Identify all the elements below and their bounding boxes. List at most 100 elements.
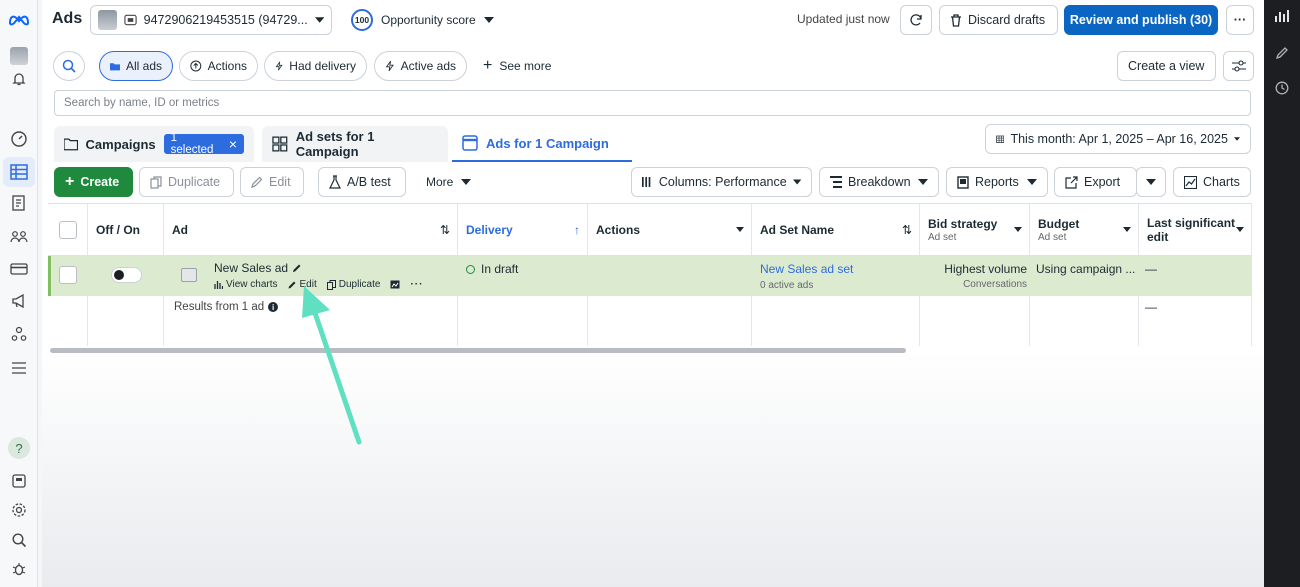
export-label: Export — [1084, 175, 1121, 189]
see-more-filters[interactable]: + See more — [483, 58, 552, 74]
filter-all-ads-label: All ads — [125, 59, 162, 73]
annotation-arrow-icon — [302, 286, 362, 445]
sort-icon[interactable]: ⇅ — [902, 223, 912, 237]
filter-active-ads[interactable]: Active ads — [374, 51, 467, 81]
account-avatar-icon[interactable] — [8, 45, 30, 67]
tab-ad-sets[interactable]: Ad sets for 1 Campaign — [262, 126, 448, 162]
col-header-budget-label: Budget — [1038, 216, 1080, 231]
date-range-picker[interactable]: This month: Apr 1, 2025 – Apr 16, 2025 — [985, 124, 1251, 154]
row-more-icon[interactable]: ··· — [410, 279, 423, 290]
col-header-bid-strategy[interactable]: Bid strategy Ad set — [920, 204, 1030, 256]
campaigns-megaphone-icon[interactable] — [8, 290, 30, 312]
create-view-button[interactable]: Create a view — [1117, 51, 1216, 81]
account-thumbnail-icon — [98, 10, 117, 30]
col-header-actions[interactable]: Actions — [588, 204, 752, 256]
search-icon[interactable] — [8, 529, 30, 551]
filter-all-ads[interactable]: All ads — [99, 51, 173, 81]
accounts-center-icon[interactable] — [8, 323, 30, 345]
search-bar[interactable] — [54, 90, 1251, 116]
tab-ads[interactable]: Ads for 1 Campaign — [452, 126, 632, 162]
col-header-ad-label: Ad — [172, 222, 188, 237]
ab-test-button[interactable]: A/B test — [318, 167, 406, 197]
info-icon[interactable]: i — [268, 302, 279, 312]
ads-manager-table-icon[interactable] — [3, 157, 35, 187]
image-preview-icon[interactable] — [390, 280, 400, 289]
see-more-label: See more — [499, 59, 552, 73]
pages-icon[interactable] — [8, 192, 30, 214]
right-rail — [1264, 0, 1300, 587]
view-charts-label: View charts — [226, 279, 278, 290]
create-button[interactable]: + Create — [54, 167, 133, 197]
left-navigation: ? — [0, 0, 38, 587]
col-header-delivery[interactable]: Delivery ↑ — [458, 204, 588, 256]
col-header-ad-set-name[interactable]: Ad Set Name ⇅ — [752, 204, 920, 256]
ad-account-id: 9472906219453515 (94729... — [143, 13, 308, 27]
tab-campaigns[interactable]: Campaigns 1 selected × — [54, 126, 254, 162]
export-button[interactable]: Export — [1054, 167, 1137, 197]
business-tools-icon[interactable] — [8, 470, 30, 492]
clear-selection-icon[interactable]: × — [229, 136, 237, 152]
more-options-button[interactable]: ··· — [1226, 5, 1254, 35]
view-settings-button[interactable] — [1223, 51, 1254, 81]
discard-drafts-button[interactable]: Discard drafts — [939, 5, 1058, 35]
sort-icon[interactable]: ⇅ — [440, 223, 450, 237]
review-and-publish-button[interactable]: Review and publish (30) — [1064, 5, 1218, 35]
ad-account-selector[interactable]: 9472906219453515 (94729... — [90, 5, 332, 35]
ads-table: Off / On Ad ⇅ Delivery ↑ Actions Ad Set … — [48, 203, 1252, 346]
pencil-icon[interactable] — [1274, 44, 1290, 60]
ad-name-link[interactable]: New Sales ad — [214, 261, 288, 275]
menu-icon[interactable] — [8, 357, 30, 379]
meta-logo-icon[interactable] — [8, 8, 30, 30]
dashboard-icon[interactable] — [8, 128, 30, 150]
ad-set-name-link[interactable]: New Sales ad set — [760, 262, 853, 276]
breakdown-button[interactable]: Breakdown — [819, 167, 939, 197]
col-header-off-on[interactable]: Off / On — [88, 204, 164, 256]
view-charts-link[interactable]: View charts — [214, 279, 278, 290]
chevron-down-icon — [1233, 137, 1240, 141]
col-header-budget[interactable]: Budget Ad set — [1030, 204, 1139, 256]
opportunity-score-button[interactable]: 100 Opportunity score — [351, 8, 494, 32]
breakdown-label: Breakdown — [848, 175, 911, 189]
chevron-down-icon — [461, 179, 472, 185]
pencil-icon[interactable] — [292, 263, 302, 273]
audiences-icon[interactable] — [8, 225, 30, 247]
col-header-ad[interactable]: Ad ⇅ — [164, 204, 458, 256]
help-icon[interactable]: ? — [8, 437, 30, 459]
export-options-button[interactable] — [1136, 167, 1166, 197]
col-header-last-edit[interactable]: Last significant edit — [1139, 204, 1252, 256]
bar-chart-icon[interactable] — [1274, 8, 1290, 24]
search-input[interactable] — [64, 97, 1241, 109]
ad-set-name-cell[interactable]: New Sales ad set — [760, 262, 853, 276]
export-icon — [1065, 175, 1078, 189]
ad-name-cell[interactable]: New Sales ad — [214, 261, 302, 275]
sort-ascending-icon[interactable]: ↑ — [574, 223, 580, 237]
edit-button[interactable]: Edit — [240, 167, 304, 197]
filter-actions[interactable]: Actions — [179, 51, 258, 81]
row-select-checkbox-wrap — [59, 266, 77, 284]
refresh-button[interactable] — [900, 5, 932, 35]
select-all-checkbox[interactable] — [59, 220, 77, 239]
duplicate-button[interactable]: Duplicate — [139, 167, 234, 197]
filter-had-delivery[interactable]: Had delivery — [264, 51, 367, 81]
on-off-toggle[interactable] — [111, 267, 142, 283]
debug-icon[interactable] — [8, 558, 30, 580]
charts-button[interactable]: Charts — [1173, 167, 1251, 197]
history-clock-icon[interactable] — [1274, 80, 1290, 96]
ab-test-label: A/B test — [347, 175, 391, 189]
bar-chart-icon — [214, 281, 223, 289]
search-toggle-button[interactable] — [53, 51, 85, 81]
selected-count-badge[interactable]: 1 selected × — [163, 132, 244, 156]
columns-button[interactable]: Columns: Performance — [631, 167, 812, 197]
chevron-down-icon — [1014, 227, 1022, 232]
notifications-icon[interactable] — [8, 68, 30, 90]
settings-icon[interactable] — [8, 499, 30, 521]
col-header-delivery-label: Delivery — [466, 222, 513, 237]
more-actions-button[interactable]: More — [426, 175, 472, 189]
horizontal-scrollbar[interactable] — [50, 348, 906, 353]
table-row[interactable]: New Sales ad View charts Edit Duplicate … — [48, 256, 1252, 296]
folder-icon — [110, 62, 120, 70]
active-ads-count: 0 active ads — [760, 280, 814, 291]
billing-icon[interactable] — [8, 258, 30, 280]
row-select-checkbox[interactable] — [59, 266, 77, 284]
reports-button[interactable]: Reports — [946, 167, 1048, 197]
